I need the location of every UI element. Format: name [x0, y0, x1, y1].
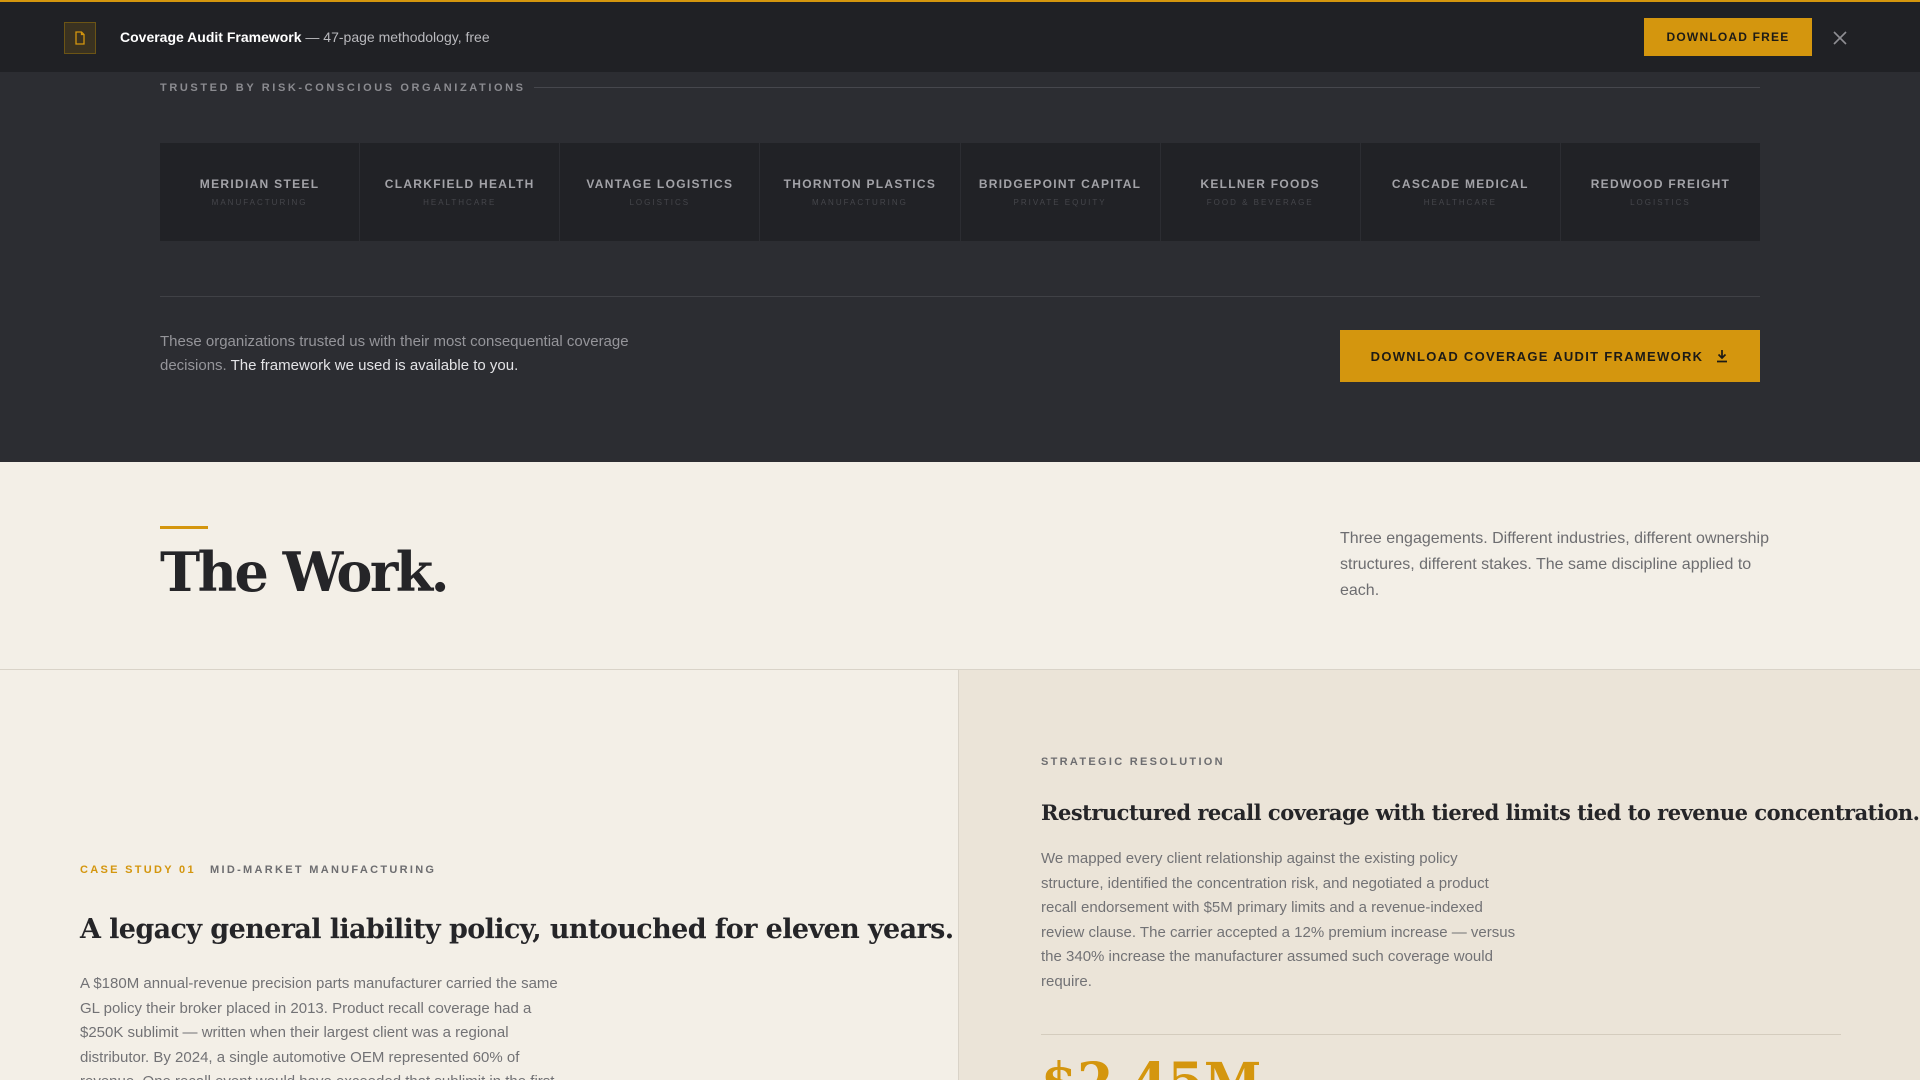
- title-accent-bar: [160, 526, 208, 529]
- download-framework-label: DOWNLOAD COVERAGE AUDIT FRAMEWORK: [1370, 348, 1704, 364]
- resolution-panel: STRATEGIC RESOLUTION Restructured recall…: [958, 670, 1920, 1080]
- resolution-divider: [1041, 1034, 1841, 1035]
- client-logo-grid: MERIDIAN STEEL MANUFACTURING CLARKFIELD …: [160, 143, 1760, 241]
- client-name: CLARKFIELD HEALTH: [384, 177, 535, 191]
- client-name: VANTAGE LOGISTICS: [586, 177, 734, 191]
- resolution-headline: Restructured recall coverage with tiered…: [1041, 800, 1920, 825]
- download-free-button[interactable]: DOWNLOAD FREE: [1644, 18, 1812, 56]
- banner-title: Coverage Audit Framework: [120, 29, 302, 45]
- client-name: THORNTON PLASTICS: [783, 177, 937, 191]
- resolution-metric: $2.45M: [1041, 1052, 1261, 1080]
- client-industry: FOOD & BEVERAGE: [1206, 198, 1314, 207]
- case-study-panel: CASE STUDY 01 MID-MARKET MANUFACTURING A…: [0, 670, 958, 1080]
- case-study-headline: A legacy general liability policy, untou…: [80, 914, 954, 945]
- client-logo: REDWOOD FREIGHT LOGISTICS: [1560, 143, 1760, 241]
- trust-label-rule: [534, 87, 1760, 88]
- banner-text: Coverage Audit Framework — 47-page metho…: [120, 29, 490, 45]
- client-logo: CLARKFIELD HEALTH HEALTHCARE: [360, 143, 560, 241]
- case-study-tag: CASE STUDY 01: [80, 864, 196, 876]
- download-icon: [1717, 350, 1728, 363]
- client-logo: VANTAGE LOGISTICS LOGISTICS: [560, 143, 760, 241]
- client-name: CASCADE MEDICAL: [1391, 177, 1529, 191]
- trust-copy-emphasis: The framework we used is available to yo…: [230, 357, 519, 374]
- trust-section: TRUSTED BY RISK-CONSCIOUS ORGANIZATIONS …: [0, 72, 1920, 462]
- section-divider: [160, 296, 1760, 297]
- client-logo: CASCADE MEDICAL HEALTHCARE: [1360, 143, 1560, 241]
- client-industry: LOGISTICS: [1630, 198, 1691, 207]
- client-logo: MERIDIAN STEEL MANUFACTURING: [160, 143, 360, 241]
- document-icon: [64, 22, 96, 54]
- client-industry: MANUFACTURING: [211, 198, 308, 207]
- client-logo: BRIDGEPOINT CAPITAL PRIVATE EQUITY: [960, 143, 1160, 241]
- resolution-body: We mapped every client relationship agai…: [1041, 850, 1516, 990]
- client-logo: KELLNER FOODS FOOD & BEVERAGE: [1160, 143, 1360, 241]
- client-name: KELLNER FOODS: [1200, 177, 1320, 191]
- client-industry: HEALTHCARE: [1423, 198, 1497, 207]
- client-industry: MANUFACTURING: [812, 198, 908, 207]
- page-title: The Work.: [160, 540, 450, 604]
- client-name: REDWOOD FREIGHT: [1590, 177, 1731, 191]
- resolution-label: STRATEGIC RESOLUTION: [1041, 756, 1225, 768]
- client-name: MERIDIAN STEEL: [199, 177, 320, 191]
- promo-banner: Coverage Audit Framework — 47-page metho…: [0, 0, 1920, 72]
- banner-subtitle: — 47-page methodology, free: [301, 29, 490, 45]
- case-study-industry: MID-MARKET MANUFACTURING: [210, 864, 437, 876]
- work-description: Three engagements. Different industries,…: [1340, 530, 1769, 599]
- case-study-body: A $180M annual-revenue precision parts m…: [80, 975, 558, 1080]
- trust-copy: These organizations trusted us with thei…: [160, 330, 660, 378]
- close-icon[interactable]: [1830, 28, 1850, 48]
- client-logo: THORNTON PLASTICS MANUFACTURING: [760, 143, 960, 241]
- client-industry: HEALTHCARE: [423, 198, 497, 207]
- client-industry: LOGISTICS: [629, 198, 691, 207]
- trust-label: TRUSTED BY RISK-CONSCIOUS ORGANIZATIONS: [160, 82, 526, 94]
- client-name: BRIDGEPOINT CAPITAL: [978, 177, 1142, 191]
- client-industry: PRIVATE EQUITY: [1013, 198, 1107, 207]
- download-framework-button[interactable]: DOWNLOAD COVERAGE AUDIT FRAMEWORK: [1340, 330, 1760, 382]
